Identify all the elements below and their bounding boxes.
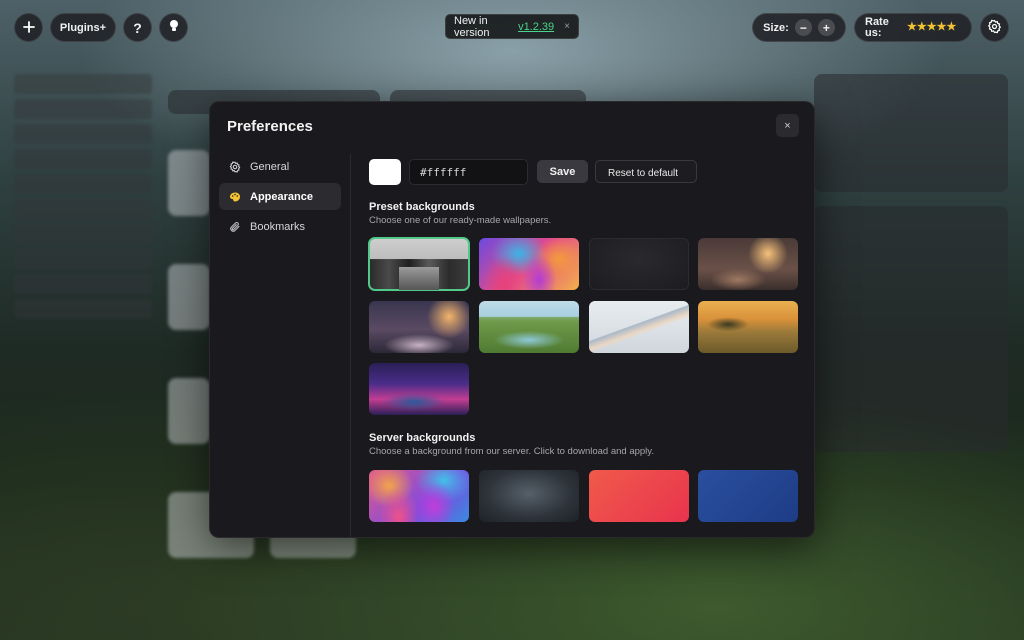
version-link[interactable]: v1.2.39 [518,21,554,33]
plugins-label: Plugins+ [59,21,107,34]
preset-thumb-neon-car[interactable] [369,363,469,415]
background-row [14,149,152,169]
version-close-button[interactable]: × [564,21,570,32]
server-backgrounds-title: Server backgrounds [369,432,476,444]
nav-item-appearance[interactable]: Appearance [219,183,341,210]
background-row [14,74,152,94]
size-decrease-button[interactable]: − [794,19,812,36]
preset-backgrounds-title: Preset backgrounds [369,201,475,213]
nav-label: Bookmarks [250,220,306,233]
server-thumb-red-gradient[interactable] [589,470,689,522]
size-label: Size: [763,21,789,34]
preset-thumb-bedroom[interactable] [369,301,469,353]
gear-icon [229,160,241,173]
background-row [14,199,152,219]
add-button[interactable] [14,13,43,42]
size-control: Size: − + [752,13,846,42]
preset-thumb-dark[interactable] [589,238,689,290]
help-button[interactable]: ? [123,13,152,42]
background-tile [168,378,210,444]
rate-label: Rate us: [865,15,889,39]
background-row [14,224,152,244]
lightbulb-icon [168,19,180,36]
background-row [14,174,152,194]
preset-thumb-green-valley[interactable] [479,301,579,353]
background-row [14,124,152,144]
close-icon: × [784,119,791,132]
preset-thumb-city-canal[interactable] [368,237,470,291]
background-clock-widget [814,74,1008,192]
background-sidebar [14,74,152,324]
server-backgrounds-subtitle: Choose a background from our server. Cli… [369,446,654,457]
color-hex-input[interactable] [409,159,528,185]
version-banner: New in version v1.2.39 × [445,14,579,39]
preset-backgrounds-subtitle: Choose one of our ready-made wallpapers. [369,215,552,226]
paperclip-icon [229,221,241,233]
preset-thumb-snowy-river[interactable] [589,301,689,353]
rating-stars: ★★★★★ [907,21,957,33]
close-button[interactable]: × [776,114,799,137]
plugins-button[interactable]: Plugins+ [50,13,116,42]
nav-item-general[interactable]: General [219,153,341,180]
help-label: ? [133,19,142,36]
background-row [14,274,152,294]
palette-icon [229,191,241,203]
modal-title: Preferences [227,118,313,135]
tip-button[interactable] [159,13,188,42]
save-button[interactable]: Save [537,160,588,183]
background-tile [168,264,210,330]
color-swatch[interactable] [369,159,401,185]
nav-label: Appearance [250,190,313,203]
server-thumb-blue-gradient[interactable] [698,470,798,522]
nav-item-bookmarks[interactable]: Bookmarks [219,213,341,240]
nav-label: General [250,160,290,173]
background-weather-widget [814,206,1008,452]
rate-us-button[interactable]: Rate us: ★★★★★ [854,13,972,42]
plus-icon [22,20,35,36]
version-prefix: New in version [454,14,490,39]
background-tile [168,150,210,216]
size-increase-button[interactable]: + [817,19,835,36]
preset-thumb-cozy-room[interactable] [698,238,798,290]
background-row [14,299,152,319]
gear-icon [987,19,1002,37]
background-row [14,99,152,119]
reset-to-default-button[interactable]: Reset to default [595,160,697,183]
server-thumb-colorful-waves[interactable] [369,470,469,522]
background-row [14,249,152,269]
preset-thumb-colorful-waves[interactable] [479,238,579,290]
settings-button[interactable] [980,13,1009,42]
preset-thumb-savanna[interactable] [698,301,798,353]
server-thumb-slate[interactable] [479,470,579,522]
sidebar-divider [350,154,351,538]
preferences-modal: Preferences × General Appearance Bookmar… [209,101,815,538]
